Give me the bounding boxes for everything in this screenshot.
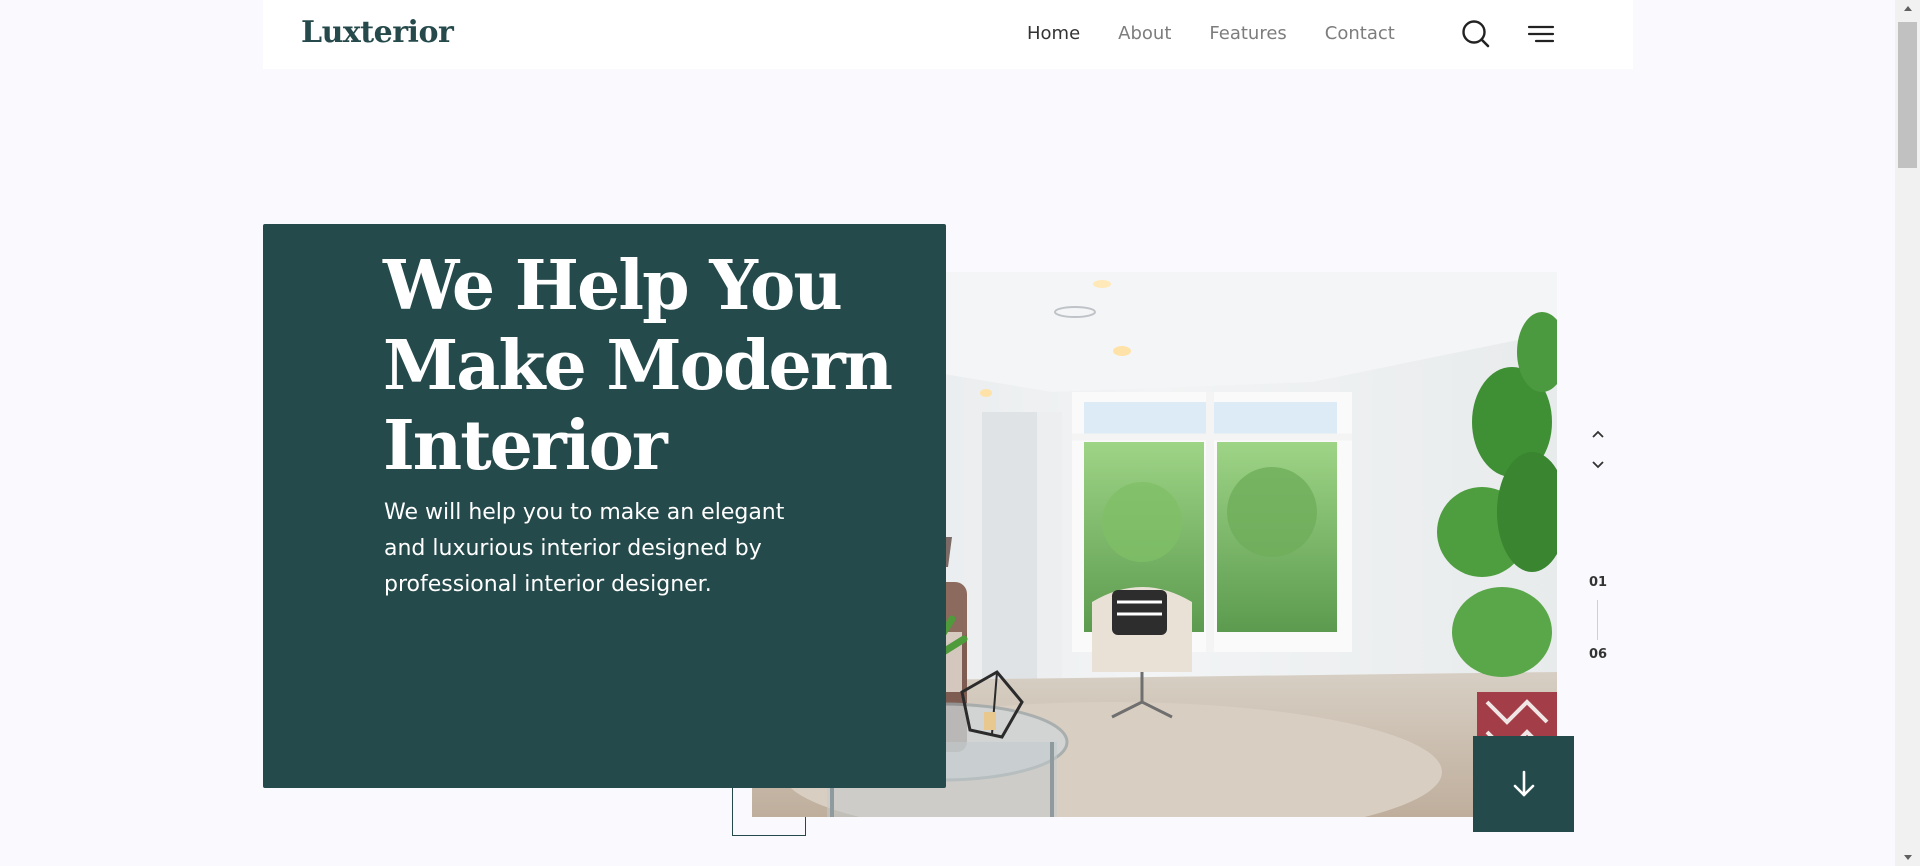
slide-total: 06 [1588, 647, 1608, 662]
chevron-down-icon[interactable] [1590, 458, 1606, 472]
hero-title: We Help You Make Modern Interior [383, 246, 903, 486]
nav-item-home[interactable]: Home [1027, 22, 1080, 46]
menu-icon[interactable] [1525, 18, 1557, 50]
page-scrollbar[interactable] [1895, 0, 1920, 866]
nav-item-contact[interactable]: Contact [1325, 22, 1395, 46]
scrollbar-thumb[interactable] [1898, 22, 1917, 168]
hero-card: We Help You Make Modern Interior We will… [263, 224, 946, 788]
scroll-down-arrow-icon[interactable] [1901, 852, 1914, 862]
scroll-down-button[interactable] [1473, 736, 1574, 832]
nav-item-about[interactable]: About [1118, 22, 1171, 46]
main-nav: Home About Features Contact [1027, 22, 1433, 46]
nav-item-features[interactable]: Features [1209, 22, 1286, 46]
chevron-up-icon[interactable] [1590, 427, 1606, 441]
arrow-down-icon [1513, 770, 1534, 797]
page: Luxterior Home About Features Contact We… [0, 0, 1920, 866]
slide-current: 01 [1588, 575, 1608, 590]
site-logo[interactable]: Luxterior [301, 15, 454, 50]
slide-divider [1597, 600, 1598, 640]
scroll-up-arrow-icon[interactable] [1901, 3, 1914, 13]
hero-subtitle: We will help you to make an elegant and … [384, 500, 785, 597]
hero-title-line: Interior [383, 406, 668, 486]
site-header: Luxterior Home About Features Contact [263, 0, 1633, 69]
hero-title-line: Make Modern [383, 326, 893, 406]
hero-title-line: We Help You [383, 246, 843, 326]
search-icon[interactable] [1460, 18, 1492, 50]
